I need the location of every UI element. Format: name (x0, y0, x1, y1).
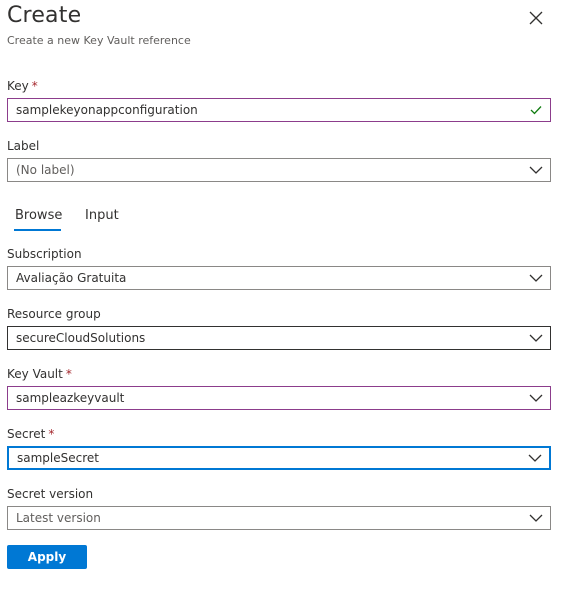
key-vault-label-text: Key Vault (7, 367, 63, 381)
subscription-dropdown[interactable]: Avaliação Gratuita (7, 266, 551, 290)
secret-version-dropdown-value: Latest version (16, 511, 101, 525)
tab-input[interactable]: Input (85, 208, 119, 223)
close-icon (529, 11, 543, 25)
required-marker: * (65, 367, 72, 381)
chevron-down-icon (522, 387, 550, 409)
key-input-value: samplekeyonappconfiguration (16, 103, 198, 117)
key-field-label: Key * (7, 79, 38, 93)
resource-group-field-label: Resource group (7, 307, 101, 321)
secret-dropdown[interactable]: sampleSecret (7, 446, 551, 470)
apply-button[interactable]: Apply (7, 545, 87, 569)
resource-group-label-text: Resource group (7, 307, 101, 321)
required-marker: * (31, 79, 38, 93)
key-label-text: Key (7, 79, 29, 93)
chevron-down-icon (522, 267, 550, 289)
label-dropdown[interactable]: (No label) (7, 158, 551, 182)
chevron-down-icon (522, 507, 550, 529)
key-vault-dropdown[interactable]: sampleazkeyvault (7, 386, 551, 410)
subscription-label-text: Subscription (7, 247, 82, 261)
chevron-down-icon (522, 159, 550, 181)
tab-selected-indicator (14, 229, 61, 231)
secret-label-text: Secret (7, 427, 46, 441)
label-field-label: Label (7, 139, 39, 153)
required-marker: * (48, 427, 55, 441)
tab-browse[interactable]: Browse (15, 208, 62, 223)
secret-version-field-label: Secret version (7, 487, 93, 501)
secret-dropdown-value: sampleSecret (17, 451, 99, 465)
chevron-down-icon (522, 327, 550, 349)
key-vault-field-label: Key Vault * (7, 367, 72, 381)
label-label-text: Label (7, 139, 40, 153)
key-input[interactable]: samplekeyonappconfiguration (7, 98, 551, 122)
secret-field-label: Secret * (7, 427, 54, 441)
key-vault-dropdown-value: sampleazkeyvault (16, 391, 125, 405)
close-button[interactable] (522, 4, 550, 32)
page-subtitle: Create a new Key Vault reference (7, 34, 191, 47)
subscription-field-label: Subscription (7, 247, 82, 261)
secret-version-label-text: Secret version (7, 487, 94, 501)
resource-group-dropdown[interactable]: secureCloudSolutions (7, 326, 551, 350)
secret-version-dropdown[interactable]: Latest version (7, 506, 551, 530)
chevron-down-icon (521, 448, 549, 468)
subscription-dropdown-value: Avaliação Gratuita (16, 271, 127, 285)
checkmark-icon (522, 99, 550, 121)
page-title: Create (7, 3, 82, 28)
resource-group-dropdown-value: secureCloudSolutions (16, 331, 146, 345)
label-dropdown-value: (No label) (16, 163, 75, 177)
